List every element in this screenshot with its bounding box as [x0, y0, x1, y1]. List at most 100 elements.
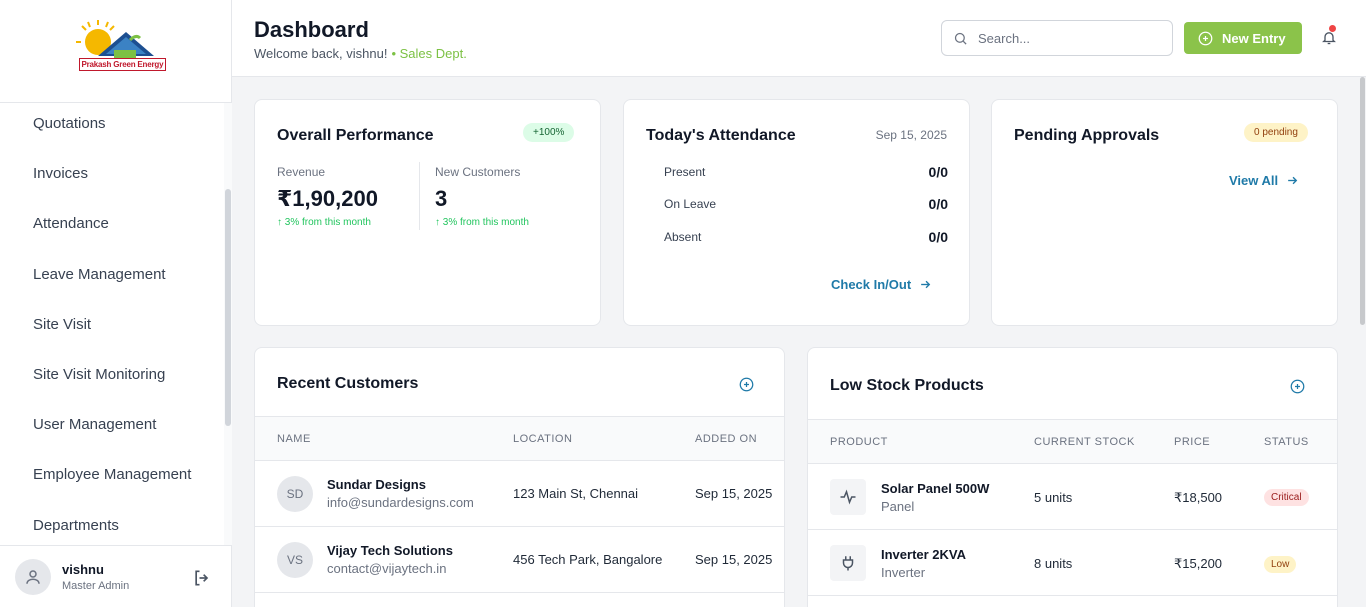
present-label: Present: [664, 165, 706, 179]
sidebar-item-site-visit[interactable]: Site Visit: [0, 299, 224, 350]
check-in-out-label: Check In/Out: [831, 277, 912, 292]
logo-area: Prakash Green Energy: [0, 0, 231, 103]
department-label: • Sales Dept.: [391, 46, 467, 61]
attendance-row-on-leave: On Leave 0/0: [664, 196, 948, 212]
brand-logo[interactable]: Prakash Green Energy: [68, 16, 167, 82]
plus-circle-icon: [1198, 31, 1213, 45]
sidebar-scroll-thumb[interactable]: [225, 189, 231, 426]
performance-card: Overall Performance +100% Revenue ₹1,90,…: [254, 99, 601, 326]
arrow-right-icon: [921, 280, 931, 289]
product-category: Inverter: [881, 565, 926, 580]
product-icon-box: [830, 479, 866, 515]
absent-value: 0/0: [928, 229, 948, 245]
on-leave-label: On Leave: [664, 197, 717, 211]
sidebar-item-employee-management[interactable]: Employee Management: [0, 449, 224, 500]
welcome-text: Welcome back, vishnu! • Sales Dept.: [254, 46, 467, 61]
column-header-added-on: ADDED ON: [695, 433, 758, 445]
revenue-label: Revenue: [277, 165, 326, 179]
product-price: ₹15,200: [1174, 556, 1223, 571]
low-stock-card: Low Stock Products PRODUCT CURRENT STOCK…: [807, 347, 1338, 607]
attendance-date: Sep 15, 2025: [875, 128, 947, 142]
sidebar-item-leave-management[interactable]: Leave Management: [0, 249, 224, 300]
page-scrollbar[interactable]: [1358, 77, 1366, 607]
absent-label: Absent: [664, 230, 702, 244]
sidebar-item-attendance[interactable]: Attendance: [0, 198, 224, 249]
status-badge: Low: [1264, 556, 1297, 573]
column-header-product: PRODUCT: [830, 436, 888, 448]
user-profile[interactable]: vishnu Master Admin: [0, 545, 231, 607]
customer-avatar: VS: [277, 542, 313, 578]
view-all-label: View All: [1229, 173, 1279, 188]
customers-label: New Customers: [435, 165, 521, 179]
user-icon: [26, 569, 40, 584]
customers-table-header: NAME LOCATION ADDED ON: [255, 416, 784, 461]
customer-name: Sundar Designs: [327, 477, 426, 492]
customer-email: info@sundardesigns.com: [327, 495, 474, 510]
customer-location: 456 Tech Park, Bangalore: [513, 552, 663, 567]
performance-badge: +100%: [523, 123, 575, 142]
customer-name: Vijay Tech Solutions: [327, 543, 453, 558]
add-product-icon[interactable]: [1290, 379, 1305, 394]
approvals-card: Pending Approvals 0 pending View All: [991, 99, 1338, 326]
new-entry-button[interactable]: New Entry: [1184, 22, 1302, 54]
status-badge: Critical: [1264, 489, 1309, 506]
column-header-current-stock: CURRENT STOCK: [1034, 436, 1135, 448]
sidebar-item-invoices[interactable]: Invoices: [0, 148, 224, 199]
logout-icon[interactable]: [192, 568, 212, 593]
performance-title: Overall Performance: [277, 127, 434, 144]
customers-delta: ↑ 3% from this month: [435, 217, 529, 228]
customer-location: 123 Main St, Chennai: [513, 486, 639, 501]
product-name: Inverter 2KVA: [881, 547, 967, 562]
column-header-status: STATUS: [1264, 436, 1309, 448]
revenue-value: ₹1,90,200: [277, 186, 378, 211]
sidebar: Prakash Green Energy Quotations Invoices…: [0, 0, 232, 607]
revenue-delta: ↑ 3% from this month: [277, 217, 371, 228]
recent-customers-card: Recent Customers NAME LOCATION ADDED ON …: [254, 347, 785, 607]
product-stock: 5 units: [1034, 490, 1073, 505]
product-icon-box: [830, 545, 866, 581]
user-role: Master Admin: [62, 579, 130, 592]
attendance-row-absent: Absent 0/0: [664, 229, 948, 245]
search-icon: [954, 32, 967, 45]
search-input[interactable]: [978, 30, 1158, 46]
present-value: 0/0: [928, 164, 948, 180]
table-row[interactable]: SD Sundar Designs info@sundardesigns.com…: [255, 461, 784, 527]
arrow-right-icon: [1288, 176, 1298, 185]
product-price: ₹18,500: [1174, 490, 1223, 505]
page-title: Dashboard: [254, 17, 369, 42]
pending-badge: 0 pending: [1244, 123, 1308, 142]
product-stock: 8 units: [1034, 556, 1073, 571]
view-all-link[interactable]: View All: [1229, 173, 1299, 188]
attendance-title: Today's Attendance: [646, 127, 796, 144]
avatar: [15, 558, 51, 595]
metric-divider: [419, 162, 420, 230]
notifications-button[interactable]: [1321, 25, 1337, 51]
product-category: Panel: [881, 499, 915, 514]
table-row[interactable]: VS Vijay Tech Solutions contact@vijaytec…: [255, 527, 784, 593]
column-header-price: PRICE: [1174, 436, 1211, 448]
logo-text: Prakash Green Energy: [78, 58, 167, 71]
bell-icon: [1322, 32, 1336, 45]
new-entry-label: New Entry: [1222, 30, 1286, 46]
plug-icon: [842, 556, 854, 571]
product-name: Solar Panel 500W: [881, 481, 990, 496]
top-header: Dashboard Welcome back, vishnu! • Sales D…: [232, 0, 1366, 77]
page-scroll-thumb[interactable]: [1360, 77, 1365, 325]
sidebar-item-user-management[interactable]: User Management: [0, 399, 224, 450]
column-header-name: NAME: [277, 433, 311, 445]
sidebar-item-quotations[interactable]: Quotations: [0, 103, 224, 149]
customer-added-on: Sep 15, 2025: [695, 552, 773, 567]
sidebar-item-site-visit-monitoring[interactable]: Site Visit Monitoring: [0, 349, 224, 400]
table-row[interactable]: Inverter 2KVA Inverter 8 units ₹15,200 L…: [808, 530, 1337, 596]
search-box[interactable]: [941, 20, 1173, 56]
check-in-out-link[interactable]: Check In/Out: [831, 277, 932, 292]
attendance-card: Today's Attendance Sep 15, 2025 Present …: [623, 99, 970, 326]
sidebar-scrollbar[interactable]: [224, 103, 232, 545]
sidebar-nav: Quotations Invoices Attendance Leave Man…: [0, 103, 224, 545]
table-row[interactable]: Solar Panel 500W Panel 5 units ₹18,500 C…: [808, 464, 1337, 530]
approvals-title: Pending Approvals: [1014, 127, 1160, 144]
low-stock-title: Low Stock Products: [830, 377, 984, 394]
column-header-location: LOCATION: [513, 433, 573, 445]
add-customer-icon[interactable]: [739, 377, 754, 392]
sidebar-item-departments[interactable]: Departments: [0, 500, 224, 546]
